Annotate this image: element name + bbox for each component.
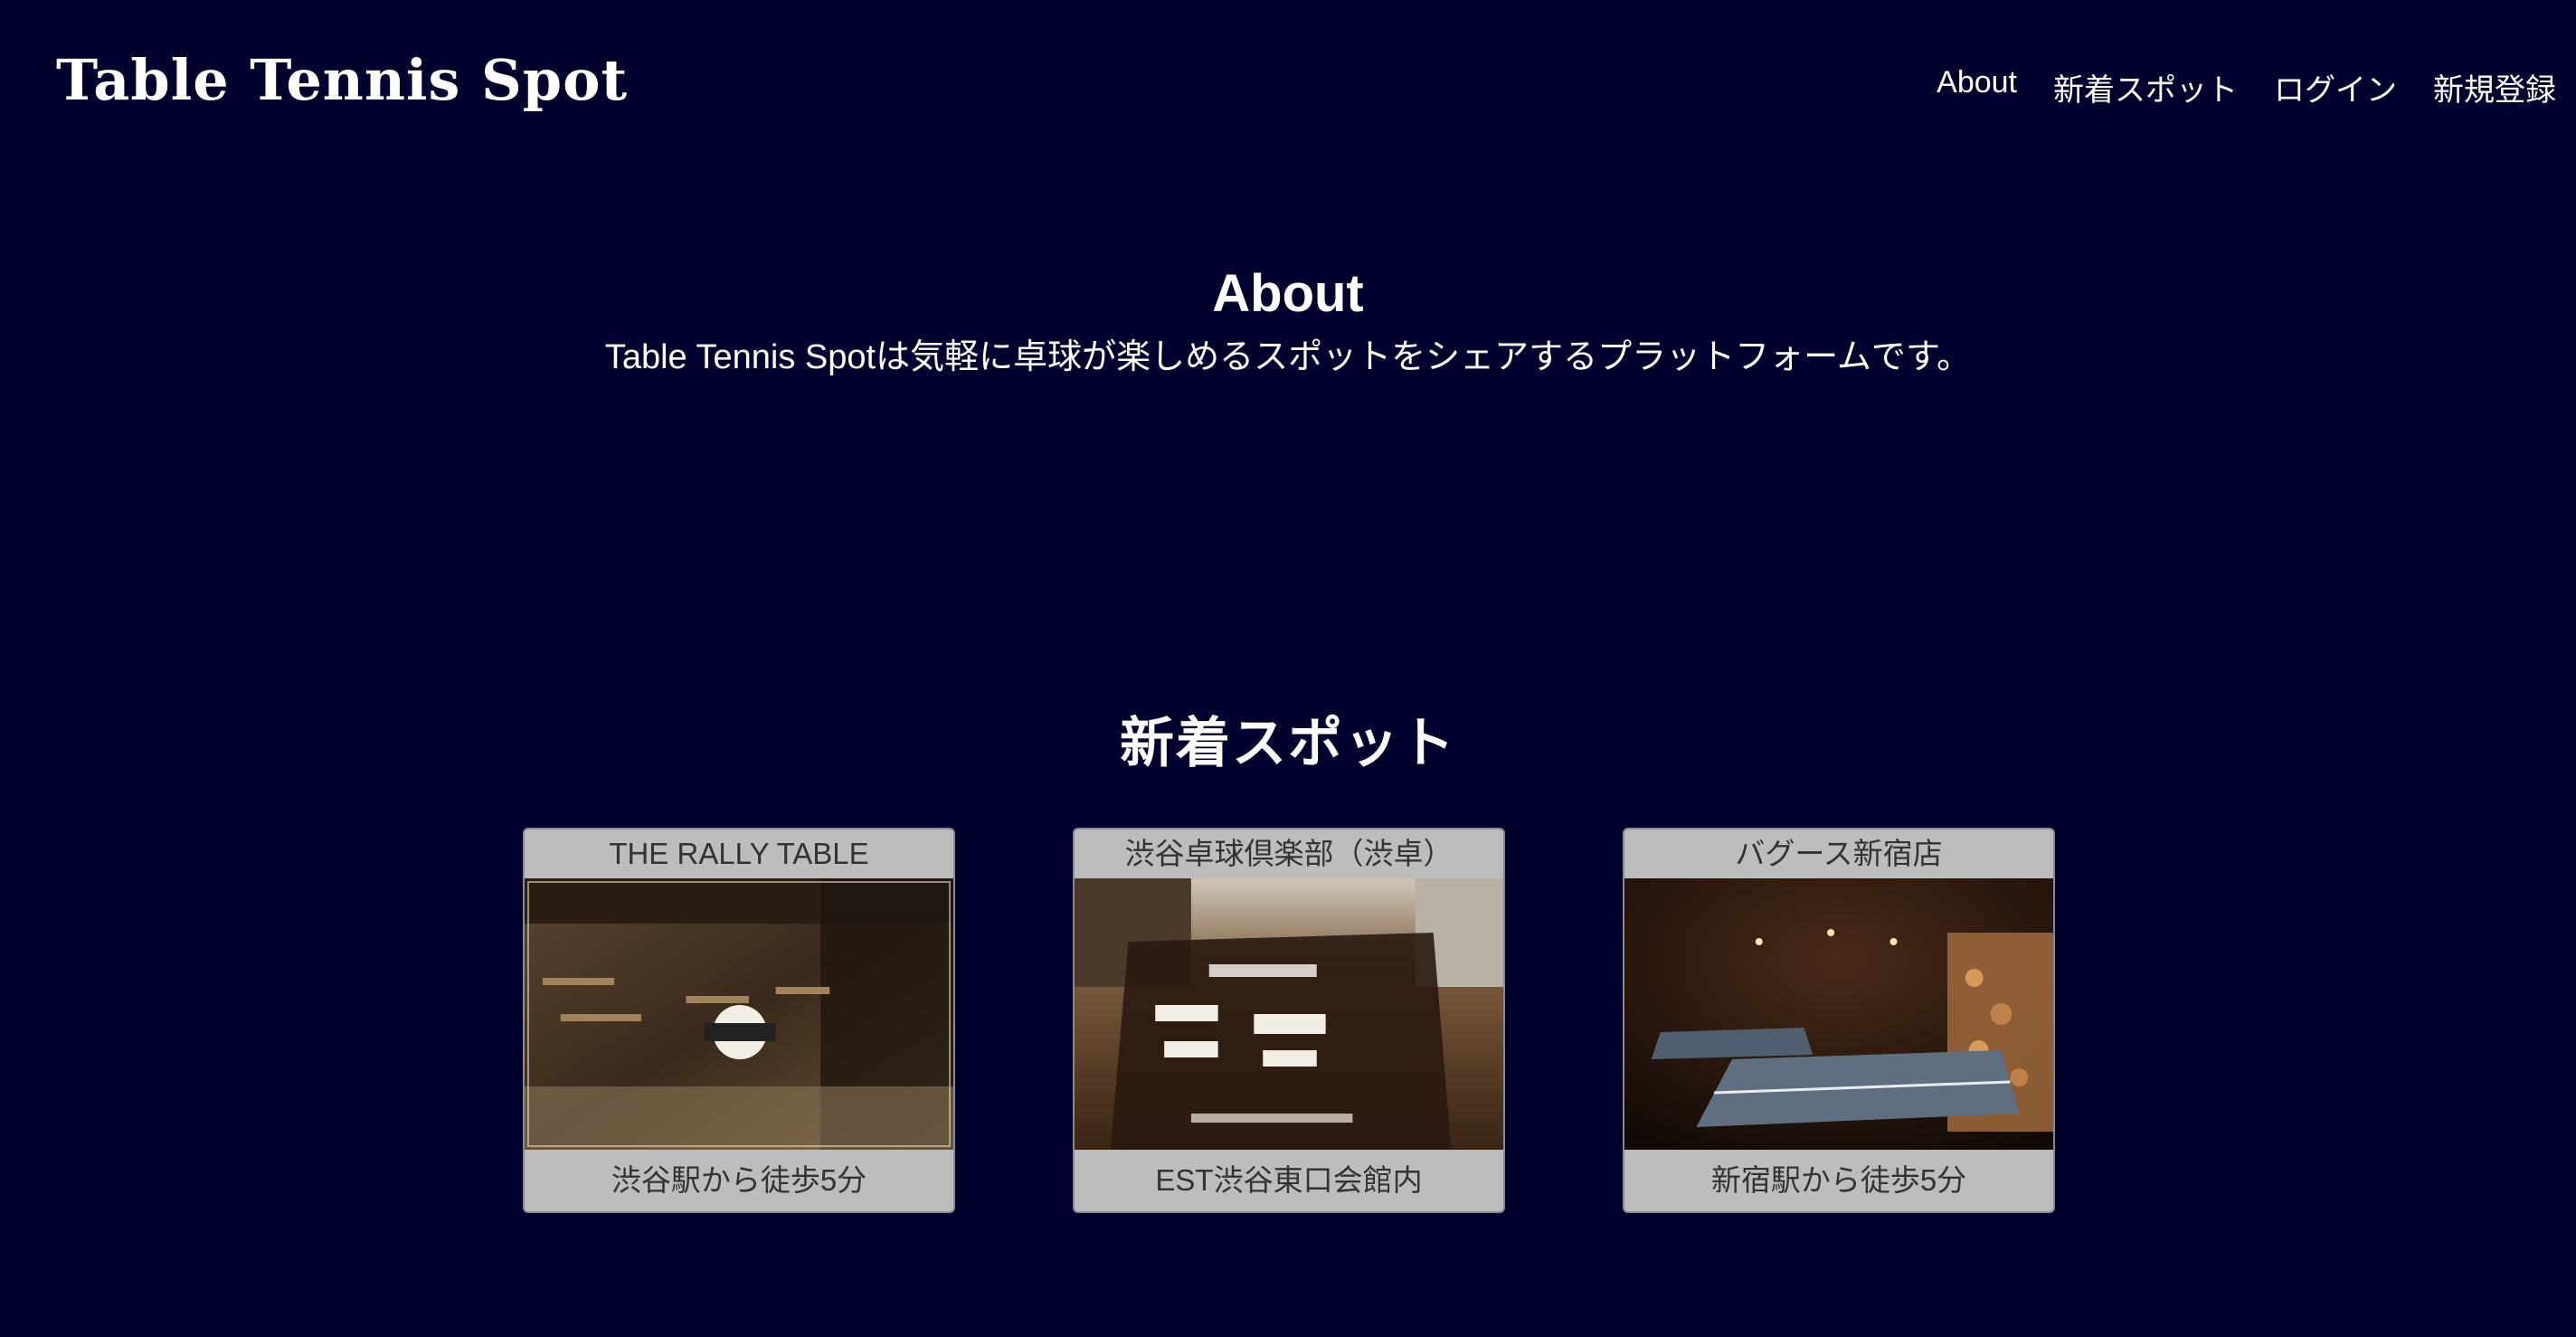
main-nav: About 新着スポット ログイン 新規登録 <box>1937 65 2556 109</box>
spot-card[interactable]: THE RALLY TABLE 渋谷駅から徒歩5分 <box>523 828 955 1213</box>
about-section: About Table Tennis Spotは気軽に卓球が楽しめるスポットをシ… <box>0 258 2576 384</box>
spot-photo-rally-table <box>525 878 953 1150</box>
spot-card[interactable]: 渋谷卓球倶楽部（渋卓） EST渋谷東口会館内 <box>1073 828 1505 1213</box>
nav-about[interactable]: About <box>1937 65 2017 109</box>
spot-card-name: 渋谷卓球倶楽部（渋卓） <box>1124 837 1454 870</box>
spot-card-name: THE RALLY TABLE <box>609 837 869 870</box>
site-header: Table Tennis Spot About 新着スポット ログイン 新規登録 <box>0 0 2576 172</box>
about-title: About <box>1212 264 1364 323</box>
spot-photo-shibutaku <box>1075 878 1503 1150</box>
new-spots-section: 新着スポット <box>0 706 2576 782</box>
nav-new-spots[interactable]: 新着スポット <box>2053 65 2238 109</box>
spot-card-access: 新宿駅から徒歩5分 <box>1710 1163 1967 1197</box>
nav-signup[interactable]: 新規登録 <box>2433 65 2556 109</box>
nav-login[interactable]: ログイン <box>2274 65 2397 109</box>
spot-card-list: THE RALLY TABLE 渋谷駅から徒歩5分 渋谷卓球倶楽部（渋卓） ES… <box>523 828 2055 1213</box>
new-spots-title: 新着スポット <box>1120 713 1456 773</box>
spot-card-name: バグース新宿店 <box>1735 837 1943 870</box>
spot-card-access: EST渋谷東口会館内 <box>1155 1163 1423 1197</box>
spot-card-access: 渋谷駅から徒歩5分 <box>611 1163 867 1197</box>
spot-photo-bagus-shinjuku <box>1624 878 2053 1150</box>
site-logo[interactable]: Table Tennis Spot <box>56 47 628 113</box>
about-description: Table Tennis Spotは気軽に卓球が楽しめるスポットをシェアするプラ… <box>604 338 1972 376</box>
spot-card[interactable]: バグース新宿店 新宿駅から徒歩5分 <box>1623 828 2055 1213</box>
